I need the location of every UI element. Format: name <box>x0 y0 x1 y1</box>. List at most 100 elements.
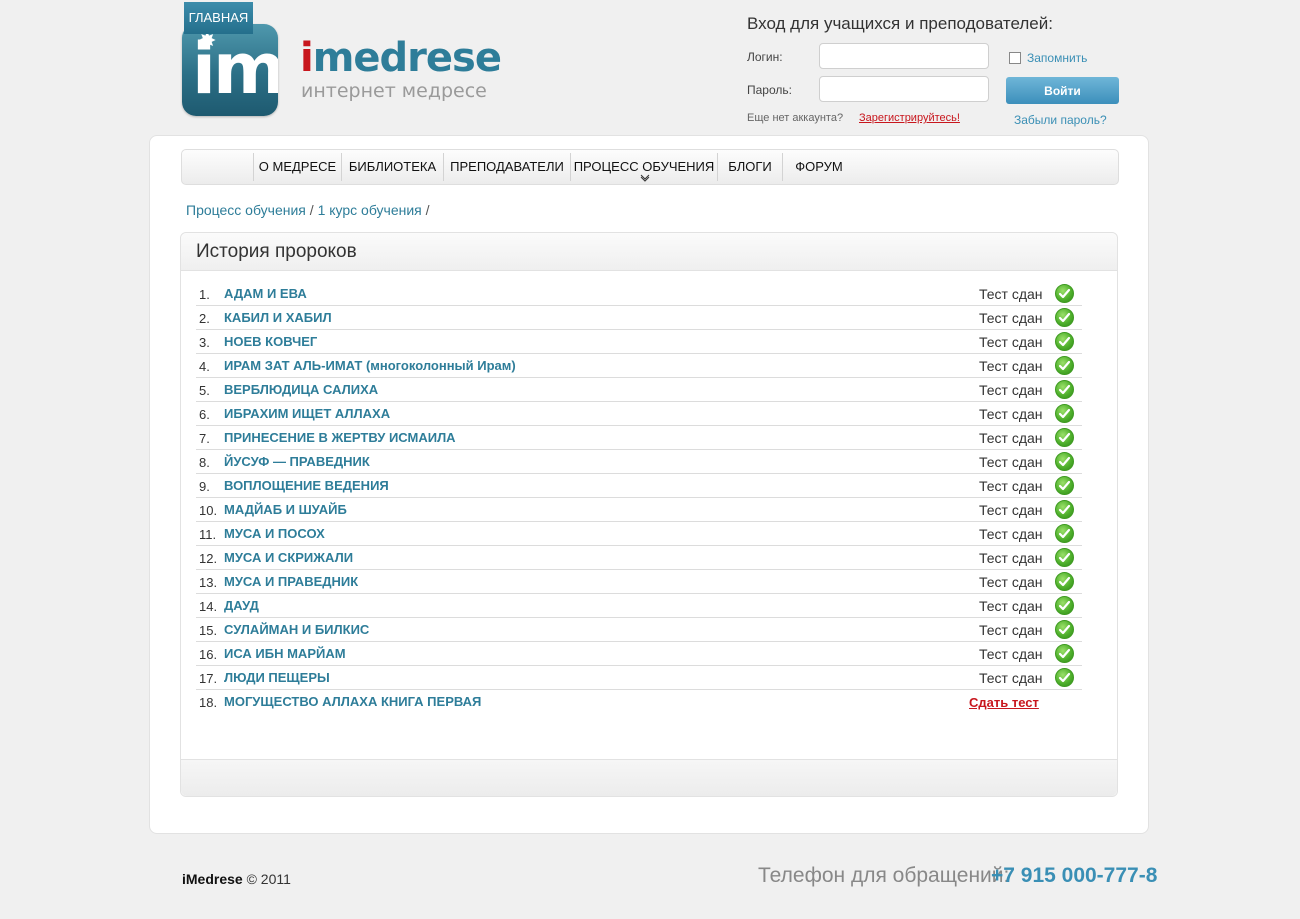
test-status: Тест сдан <box>979 334 1043 350</box>
remember-label[interactable]: Запомнить <box>1027 51 1087 65</box>
lesson-title-link[interactable]: СУЛАЙМАН И БИЛКИС <box>224 622 369 637</box>
nav-item-about[interactable]: О медресе <box>254 151 341 183</box>
lesson-title-link[interactable]: ИРАМ ЗАТ АЛЬ-ИМАТ (многоколонный Ирам) <box>224 358 516 373</box>
course-box-header: История пророков <box>181 233 1117 271</box>
phone-label: Телефон для обращений: <box>758 864 1010 887</box>
lesson-row: 6. ИБРАХИМ ИЩЕТ АЛЛАХА Тест сдан <box>196 402 1082 426</box>
lesson-title-link[interactable]: МАДЙАБ И ШУАЙБ <box>224 502 347 517</box>
test-status: Тест сдан <box>979 310 1043 326</box>
breadcrumb-course-1[interactable]: 1 курс обучения <box>318 202 422 218</box>
login-label: Логин: <box>747 50 783 64</box>
password-input[interactable] <box>819 76 989 102</box>
lesson-row: 14. ДАУД Тест сдан <box>196 594 1082 618</box>
lesson-title-link[interactable]: НОЕВ КОВЧЕГ <box>224 334 317 349</box>
checkmark-icon <box>1055 572 1074 591</box>
lesson-row: 1. АДАМ И ЕВА Тест сдан <box>196 282 1082 306</box>
nav-item-forum[interactable]: Форум <box>783 151 855 183</box>
register-link[interactable]: Зарегистрируйтесь! <box>859 112 960 124</box>
checkmark-icon <box>1055 308 1074 327</box>
logo-prefix: i <box>300 35 314 81</box>
test-status: Тест сдан <box>979 574 1043 590</box>
lesson-number: 14. <box>199 599 218 614</box>
copyright-text: © 2011 <box>246 871 291 887</box>
lesson-row: 12. МУСА И СКРИЖАЛИ Тест сдан <box>196 546 1082 570</box>
test-status: Тест сдан <box>979 382 1043 398</box>
lesson-row: 16. ИСА ИБН МАРЙАМ Тест сдан <box>196 642 1082 666</box>
lesson-number: 18. <box>199 695 218 710</box>
login-input[interactable] <box>819 43 989 69</box>
lesson-title-link[interactable]: МОГУЩЕСТВО АЛЛАХА КНИГА ПЕРВАЯ <box>224 694 481 709</box>
lesson-number: 10. <box>199 503 218 518</box>
no-account-text: Еще нет аккаунта? <box>747 112 844 124</box>
lesson-row: 17. ЛЮДИ ПЕЩЕРЫ Тест сдан <box>196 666 1082 690</box>
login-button[interactable]: Войти <box>1006 77 1119 104</box>
lesson-number: 13. <box>199 575 218 590</box>
test-status: Тест сдан <box>979 646 1043 662</box>
lesson-title-link[interactable]: МУСА И СКРИЖАЛИ <box>224 550 353 565</box>
nav-item-teachers[interactable]: Преподаватели <box>444 151 570 183</box>
checkmark-icon <box>1055 284 1074 303</box>
phone-number: +7 915 000-777-8 <box>991 864 1158 887</box>
lesson-number: 16. <box>199 647 218 662</box>
lesson-title-link[interactable]: ПРИНЕСЕНИЕ В ЖЕРТВУ ИСМАИЛА <box>224 430 456 445</box>
test-status: Тест сдан <box>979 550 1043 566</box>
breadcrumb-separator: / <box>309 202 314 218</box>
lesson-number: 7. <box>199 431 210 446</box>
checkmark-icon <box>1055 620 1074 639</box>
checkmark-icon <box>1055 500 1074 519</box>
nav-item-home[interactable]: Главная <box>184 2 253 34</box>
test-status: Тест сдан <box>979 502 1043 518</box>
course-title: История пророков <box>196 241 357 262</box>
lesson-title-link[interactable]: КАБИЛ И ХАБИЛ <box>224 310 332 325</box>
lesson-number: 4. <box>199 359 210 374</box>
checkmark-icon <box>1055 356 1074 375</box>
lesson-row: 5. ВЕРБЛЮДИЦА САЛИХА Тест сдан <box>196 378 1082 402</box>
breadcrumb-separator: / <box>425 202 430 218</box>
test-status: Тест сдан <box>979 454 1043 470</box>
lesson-title-link[interactable]: ЛЮДИ ПЕЩЕРЫ <box>224 670 330 685</box>
lesson-title-link[interactable]: АДАМ И ЕВА <box>224 286 307 301</box>
forgot-password-link[interactable]: Забыли пароль? <box>1014 113 1107 127</box>
lesson-number: 11. <box>199 527 217 542</box>
lesson-number: 9. <box>199 479 210 494</box>
nav-item-library[interactable]: Библиотека <box>342 151 443 183</box>
lesson-number: 2. <box>199 311 210 326</box>
lesson-number: 3. <box>199 335 210 350</box>
logo-tagline: интернет медресе <box>301 80 487 102</box>
lesson-title-link[interactable]: ВЕРБЛЮДИЦА САЛИХА <box>224 382 378 397</box>
lesson-title-link[interactable]: ДАУД <box>224 598 259 613</box>
lesson-title-link[interactable]: МУСА И ПОСОХ <box>224 526 325 541</box>
logo-name: medrese <box>312 35 502 81</box>
lesson-row: 18. МОГУЩЕСТВО АЛЛАХА КНИГА ПЕРВАЯ Сдать т… <box>196 690 1082 713</box>
lesson-number: 8. <box>199 455 210 470</box>
checkmark-icon <box>1055 332 1074 351</box>
logo-icon[interactable]: ✸ im <box>182 24 278 116</box>
lesson-title-link[interactable]: ЙУСУФ — ПРАВЕДНИК <box>224 454 370 469</box>
lesson-row: 9. ВОПЛОЩЕНИЕ ВЕДЕНИЯ Тест сдан <box>196 474 1082 498</box>
lesson-list: 1. АДАМ И ЕВА Тест сдан 2. КАБИЛ И ХАБИЛ Тест… <box>196 282 1082 713</box>
password-label: Пароль: <box>747 83 792 97</box>
footer-brand: iMedrese <box>182 871 243 887</box>
breadcrumb-learning-process[interactable]: Процесс обучения <box>186 202 306 218</box>
checkmark-icon <box>1055 644 1074 663</box>
checkmark-icon <box>1055 476 1074 495</box>
take-test-link[interactable]: Сдать тест <box>969 695 1039 710</box>
test-status: Тест сдан <box>979 670 1043 686</box>
checkmark-icon <box>1055 596 1074 615</box>
breadcrumb: Процесс обучения / 1 курс обучения / <box>186 202 430 218</box>
test-status: Тест сдан <box>979 406 1043 422</box>
lesson-row: 11. МУСА И ПОСОХ Тест сдан <box>196 522 1082 546</box>
lesson-row: 13. МУСА И ПРАВЕДНИК Тест сдан <box>196 570 1082 594</box>
lesson-title-link[interactable]: МУСА И ПРАВЕДНИК <box>224 574 358 589</box>
lesson-title-link[interactable]: ИБРАХИМ ИЩЕТ АЛЛАХА <box>224 406 390 421</box>
lesson-title-link[interactable]: ИСА ИБН МАРЙАМ <box>224 646 346 661</box>
lesson-title-link[interactable]: ВОПЛОЩЕНИЕ ВЕДЕНИЯ <box>224 478 389 493</box>
checkmark-icon <box>1055 380 1074 399</box>
lesson-number: 15. <box>199 623 218 638</box>
logo-letters: im <box>192 28 278 110</box>
logo-wordmark[interactable]: imedrese <box>300 35 502 81</box>
lesson-row: 2. КАБИЛ И ХАБИЛ Тест сдан <box>196 306 1082 330</box>
lesson-row: 10. МАДЙАБ И ШУАЙБ Тест сдан <box>196 498 1082 522</box>
nav-item-blogs[interactable]: Блоги <box>718 151 782 183</box>
remember-checkbox[interactable] <box>1009 52 1021 64</box>
